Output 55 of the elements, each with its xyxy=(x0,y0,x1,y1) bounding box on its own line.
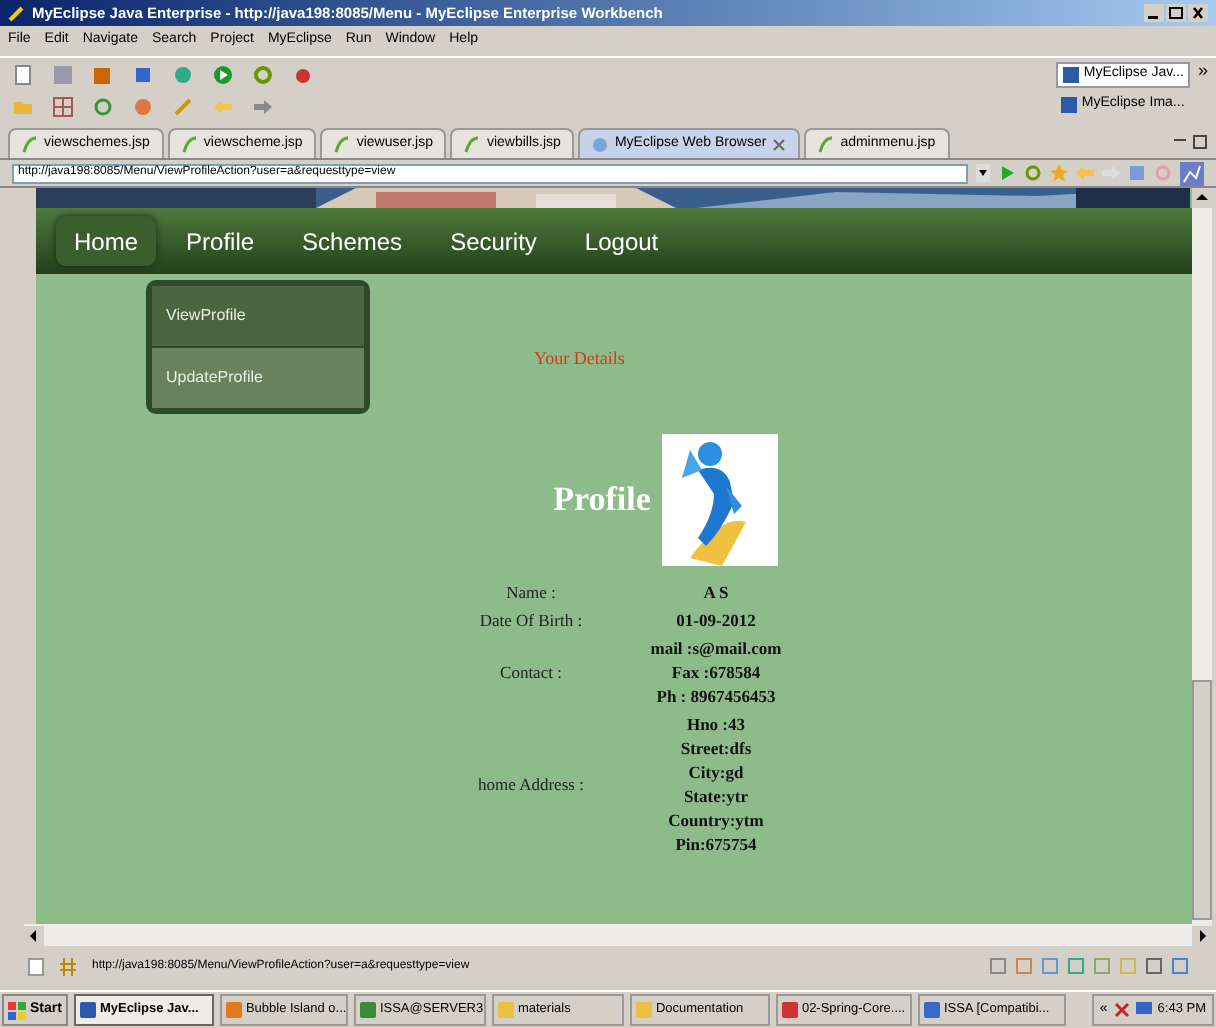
field-value: City:gd xyxy=(688,762,744,784)
vertical-scrollbar[interactable] xyxy=(1192,188,1212,924)
window-icon xyxy=(225,1002,242,1018)
folder-icon[interactable] xyxy=(12,96,34,118)
section-heading: Your Details xyxy=(534,346,625,372)
play-icon[interactable] xyxy=(998,164,1016,182)
field-value: Country:ytm xyxy=(668,810,764,832)
page-icon[interactable] xyxy=(12,64,34,86)
window-icon xyxy=(359,1002,376,1018)
field-label: Contact : xyxy=(498,662,564,684)
field-value: mail :s@mail.com xyxy=(650,638,782,660)
app-icon xyxy=(8,5,24,21)
nav-link[interactable]: Security xyxy=(432,216,555,266)
field-label: home Address : xyxy=(476,774,586,796)
overflow-button[interactable]: » xyxy=(1197,62,1208,80)
chart-icon[interactable] xyxy=(1180,161,1204,185)
window-icon xyxy=(781,1002,798,1018)
window-icon xyxy=(923,1002,940,1018)
dropdown-item[interactable]: ViewProfile xyxy=(152,286,364,346)
field-value: Pin:675754 xyxy=(675,834,757,856)
forward-arrow-icon[interactable] xyxy=(252,96,274,118)
monitor-icon[interactable] xyxy=(1135,1002,1152,1018)
nav-link[interactable]: Profile xyxy=(168,216,273,266)
field-value: Street:dfs xyxy=(680,738,752,760)
dropdown-icon[interactable] xyxy=(976,164,990,182)
nav-link[interactable]: Home xyxy=(56,216,157,266)
field-value: Ph : 8967456453 xyxy=(656,686,776,708)
scroll-up-icon[interactable] xyxy=(1192,188,1212,208)
close-icon[interactable] xyxy=(1188,4,1208,22)
nav-link[interactable]: Logout xyxy=(566,216,677,266)
field-value: Hno :43 xyxy=(686,714,746,736)
field-value: A S xyxy=(703,582,729,604)
profile-title: Profile xyxy=(553,478,651,523)
grid-icon[interactable] xyxy=(52,96,74,118)
field-value: State:ytr xyxy=(683,786,749,808)
minimize-icon[interactable] xyxy=(1144,4,1164,22)
window-icon xyxy=(635,1002,652,1018)
field-value: 01-09-2012 xyxy=(676,610,756,632)
pencil-icon[interactable] xyxy=(172,96,194,118)
window-icon xyxy=(497,1002,514,1018)
nav-link[interactable]: Schemes xyxy=(284,216,421,266)
dropdown-item[interactable]: UpdateProfile xyxy=(152,348,364,408)
maximize-icon[interactable] xyxy=(1192,133,1208,149)
field-label: Date Of Birth : xyxy=(477,610,585,632)
play-icon[interactable] xyxy=(212,64,234,86)
tray-icon[interactable] xyxy=(1113,1002,1130,1018)
page-icon xyxy=(28,957,44,975)
scroll-thumb[interactable] xyxy=(1192,680,1212,920)
maximize-icon[interactable] xyxy=(1166,4,1186,22)
field-value: Fax :678584 xyxy=(671,662,761,684)
field-label: Name : xyxy=(504,582,558,604)
windows-flag-icon xyxy=(8,1001,26,1019)
window-icon xyxy=(79,1002,96,1018)
star-icon[interactable] xyxy=(1050,164,1068,182)
grid-icon xyxy=(60,957,76,975)
